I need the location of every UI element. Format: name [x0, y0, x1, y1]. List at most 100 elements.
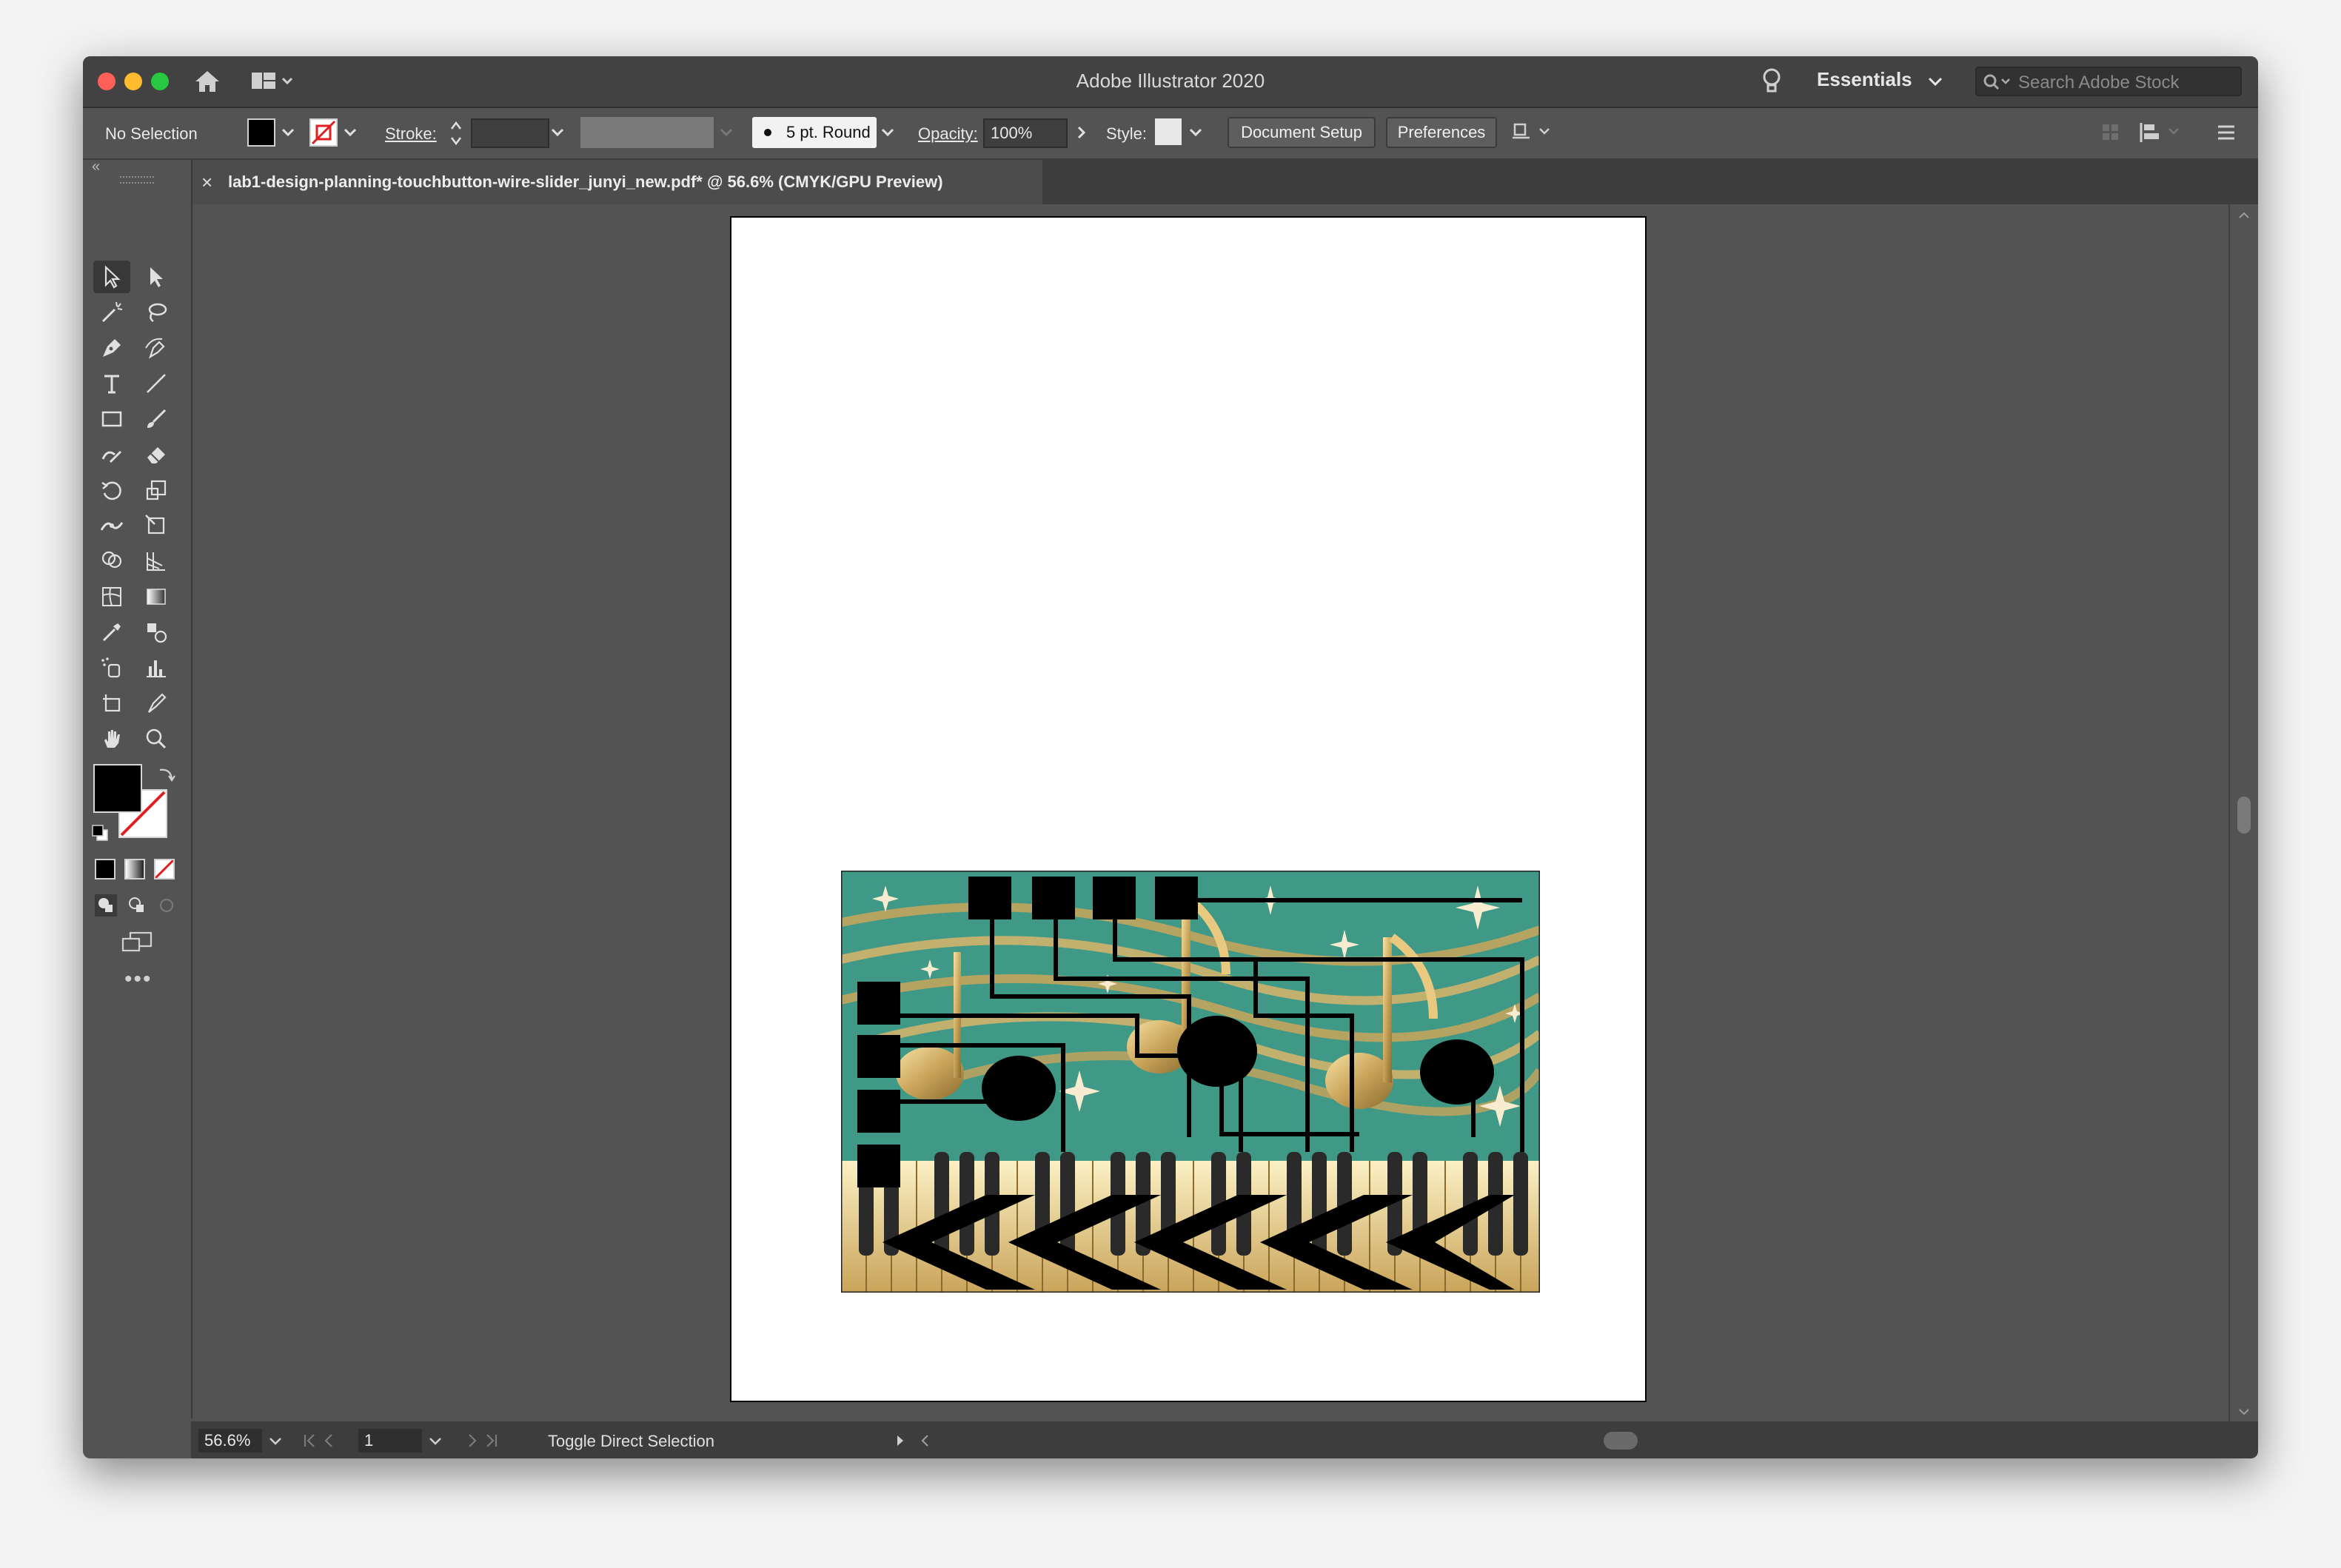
horizontal-scroll-thumb[interactable]: [1604, 1432, 1638, 1450]
preferences-button[interactable]: Preferences: [1386, 117, 1497, 148]
opacity-field[interactable]: 100%: [983, 118, 1068, 148]
arrange-documents-icon[interactable]: [1510, 120, 1558, 145]
artboard[interactable]: [730, 216, 1647, 1402]
hand-tool[interactable]: [93, 723, 130, 755]
collapse-panel-icon[interactable]: «: [92, 158, 100, 175]
artboard-navigation-field[interactable]: 1: [358, 1429, 422, 1453]
blend-icon: [147, 623, 167, 643]
gradient-mode-button[interactable]: [124, 859, 145, 880]
artboard-tool[interactable]: [93, 687, 130, 720]
zoom-tool[interactable]: [138, 723, 175, 755]
stroke-color-swatch[interactable]: [309, 118, 338, 147]
panel-menu-icon[interactable]: [2215, 123, 2237, 142]
home-icon[interactable]: [192, 67, 222, 96]
chevron-down-icon[interactable]: [1188, 123, 1204, 142]
lasso-icon: [148, 303, 167, 323]
eyedropper-tool[interactable]: [93, 616, 130, 649]
pen-tool[interactable]: [93, 332, 130, 364]
brush-definition-value: 5 pt. Round: [786, 123, 871, 141]
chevron-down-icon[interactable]: [426, 1432, 444, 1450]
screen-mode-icon[interactable]: [120, 930, 154, 955]
stock-search-input[interactable]: Search Adobe Stock: [1975, 67, 2242, 96]
line-segment-tool[interactable]: [138, 367, 175, 400]
swap-fill-stroke-icon[interactable]: [157, 764, 176, 783]
vertical-scroll-thumb[interactable]: [2237, 797, 2251, 834]
minimize-window-button[interactable]: [124, 73, 142, 90]
circuit-artwork[interactable]: [841, 871, 1540, 1293]
symbol-sprayer-tool[interactable]: [93, 651, 130, 684]
chevron-down-icon[interactable]: [267, 1432, 284, 1450]
shaper-tool[interactable]: [93, 438, 130, 471]
type-tool[interactable]: [93, 367, 130, 400]
lightbulb-icon[interactable]: [1759, 67, 1784, 96]
selection-tool[interactable]: [93, 261, 130, 293]
chevron-down-icon[interactable]: [549, 123, 566, 142]
none-mode-button[interactable]: [154, 859, 175, 880]
chevron-down-icon[interactable]: [342, 123, 358, 142]
document-tab[interactable]: × lab1-design-planning-touchbutton-wire-…: [191, 160, 1042, 204]
workspace-menu[interactable]: Essentials: [1817, 68, 1912, 91]
fill-color-box[interactable]: [93, 764, 142, 813]
graphic-style-swatch[interactable]: [1155, 118, 1182, 145]
chevron-down-icon[interactable]: [1926, 71, 1944, 92]
lasso-tool[interactable]: [138, 296, 175, 329]
mesh-tool[interactable]: [93, 580, 130, 613]
perspective-grid-tool[interactable]: [138, 545, 175, 577]
panel-grip[interactable]: [120, 176, 154, 184]
variable-width-profile[interactable]: [580, 117, 714, 148]
scroll-left-icon[interactable]: [917, 1432, 934, 1450]
chevron-right-icon[interactable]: [1074, 123, 1090, 142]
scroll-down-icon[interactable]: [2237, 1407, 2251, 1417]
rotate-icon: [101, 481, 121, 500]
vertical-scrollbar[interactable]: [2228, 204, 2258, 1421]
rotate-tool[interactable]: [93, 474, 130, 506]
close-window-button[interactable]: [98, 73, 115, 90]
stroke-label[interactable]: Stroke:: [385, 124, 437, 144]
workspace-switcher-icon[interactable]: [250, 70, 295, 93]
magic-wand-tool[interactable]: [93, 296, 130, 329]
curvature-tool[interactable]: [138, 332, 175, 364]
status-menu-arrow-icon[interactable]: [891, 1432, 909, 1450]
edit-toolbar-icon[interactable]: •••: [124, 967, 153, 992]
brush-definition-field[interactable]: 5 pt. Round: [752, 117, 877, 148]
scroll-up-icon[interactable]: [2237, 210, 2251, 221]
chevron-down-icon[interactable]: [280, 123, 296, 142]
stroke-stepper-icon[interactable]: [449, 118, 463, 148]
canvas-area[interactable]: [192, 204, 2230, 1421]
draw-behind-icon[interactable]: [124, 893, 150, 918]
slice-tool[interactable]: [138, 687, 175, 720]
draw-normal-icon[interactable]: [93, 893, 118, 918]
direct-selection-tool[interactable]: [138, 261, 175, 293]
document-tab-bar: × lab1-design-planning-touchbutton-wire-…: [191, 160, 2258, 204]
stroke-weight-field[interactable]: [471, 118, 549, 148]
opacity-label[interactable]: Opacity:: [918, 124, 978, 144]
illustrator-window: Adobe Illustrator 2020 Essentials Search…: [83, 56, 2258, 1458]
align-icon[interactable]: [2138, 120, 2183, 145]
direct-selection-arrow-icon: [150, 267, 163, 287]
color-mode-button[interactable]: [95, 859, 115, 880]
document-setup-button[interactable]: Document Setup: [1228, 117, 1376, 148]
none-color-icon: [311, 120, 336, 145]
fill-color-swatch[interactable]: [247, 118, 275, 147]
column-graph-tool[interactable]: [138, 651, 175, 684]
chevron-down-icon[interactable]: [880, 123, 896, 142]
gradient-tool[interactable]: [138, 580, 175, 613]
shape-builder-tool[interactable]: [93, 545, 130, 577]
zoom-level-field[interactable]: 56.6%: [198, 1429, 262, 1453]
status-bar: 56.6% 1 Toggle Direct Selection: [191, 1421, 2258, 1458]
gradient-icon: [147, 589, 166, 605]
scale-tool[interactable]: [138, 474, 175, 506]
default-fill-stroke-icon[interactable]: [90, 823, 110, 842]
eraser-icon: [147, 447, 165, 463]
rectangle-tool[interactable]: [93, 403, 130, 435]
transform-icon[interactable]: [2100, 121, 2122, 144]
maximize-window-button[interactable]: [151, 73, 169, 90]
close-tab-button[interactable]: ×: [201, 160, 212, 204]
free-transform-tool[interactable]: [138, 509, 175, 542]
blend-tool[interactable]: [138, 616, 175, 649]
width-tool[interactable]: [93, 509, 130, 542]
paintbrush-icon: [147, 409, 167, 428]
eraser-tool[interactable]: [138, 438, 175, 471]
paintbrush-tool[interactable]: [138, 403, 175, 435]
shape-builder-icon: [101, 551, 122, 569]
